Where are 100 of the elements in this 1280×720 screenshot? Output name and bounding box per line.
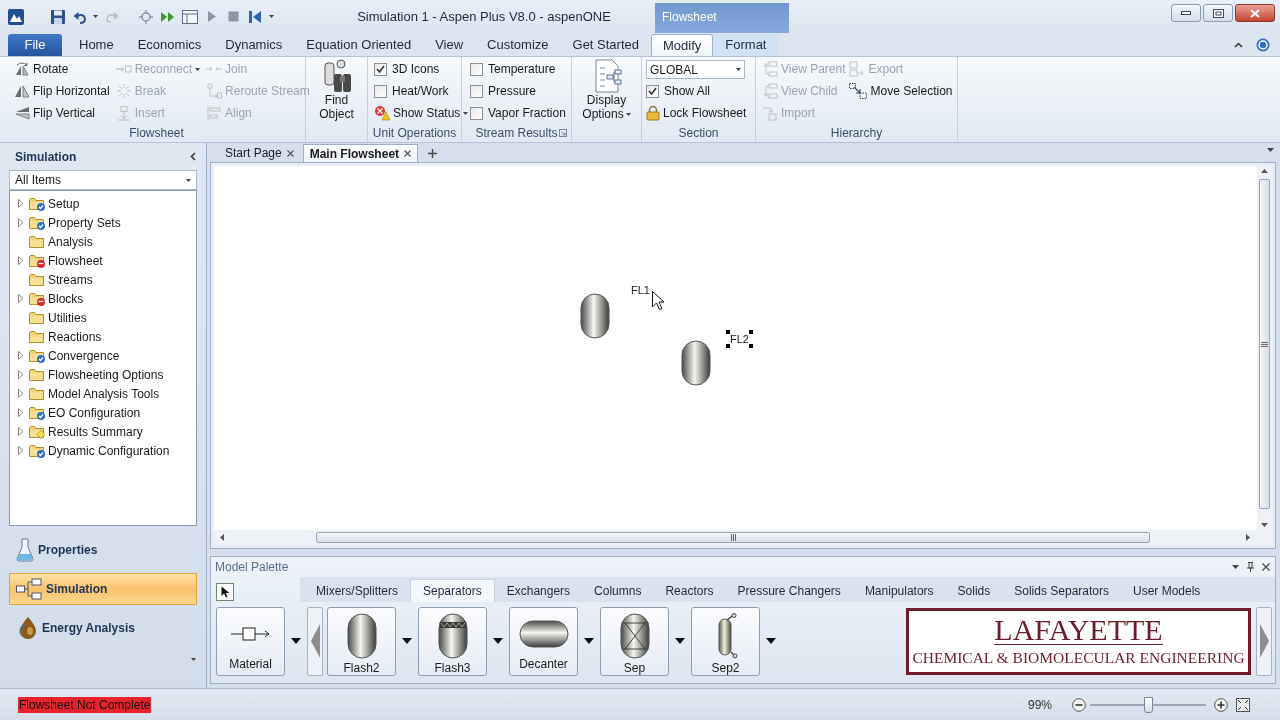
model-button[interactable]: Sep [600,606,669,676]
scroll-left-icon[interactable] [220,534,224,541]
slider-thumb[interactable] [1144,696,1153,713]
expand-arrow-icon[interactable] [18,199,24,208]
palette-tab[interactable]: Solids Separators [1002,579,1121,602]
caret-icon[interactable] [291,638,301,644]
ribbon-button[interactable]: Move Selection [849,80,953,102]
expand-arrow-icon[interactable] [18,370,24,379]
ribbon-tab[interactable]: Equation Oriented [294,34,424,56]
palette-tab[interactable]: Columns [582,579,654,602]
caret-icon[interactable] [625,113,631,117]
ribbon-button[interactable]: Flip Vertical [14,102,110,124]
save-icon[interactable] [50,8,66,25]
scroll-up-icon[interactable] [1261,169,1268,173]
tree-item[interactable]: Flowsheeting Options [10,365,196,384]
checkbox[interactable] [646,84,659,98]
ribbon-tab[interactable]: Customize [475,34,561,56]
pointer-tool-button[interactable] [216,583,234,601]
chevron-up-icon[interactable] [1234,42,1243,48]
palette-tab[interactable]: Exchangers [494,579,583,602]
skip-back-icon[interactable] [249,9,261,24]
vertical-scrollbar[interactable] [1257,166,1272,530]
ribbon-large-button[interactable]: Find Object [308,58,365,121]
expand-arrow-icon[interactable] [18,256,24,265]
scrollbar-thumb[interactable] [316,532,1150,543]
tree-item[interactable]: Utilities [10,308,196,327]
caret-icon[interactable] [1232,565,1239,569]
model-button[interactable]: Decanter [509,606,578,676]
model-button[interactable]: Flash3 [418,606,487,676]
scroll-left-button[interactable] [307,606,323,676]
tree-item[interactable]: Dynamic Configuration [10,441,196,460]
nav-button[interactable]: Simulation [9,573,197,605]
checkbox[interactable] [374,62,387,76]
expand-arrow-icon[interactable] [18,446,24,455]
palette-tab[interactable]: Manipulators [852,579,946,602]
tree-item[interactable]: Results Summary [10,422,196,441]
undo-icon[interactable] [73,9,87,24]
caret-icon[interactable] [93,15,98,18]
expand-arrow-icon[interactable] [18,427,24,436]
caret-icon[interactable] [675,638,685,644]
checkbox[interactable] [470,84,483,98]
close-button[interactable] [1235,4,1275,22]
checkbox[interactable] [470,106,483,120]
caret-icon[interactable] [463,111,469,115]
palette-tab[interactable]: Mixers/Splitters [304,579,410,602]
ribbon-button[interactable]: Show Status [374,102,469,124]
caret-icon[interactable] [766,638,776,644]
tree-item[interactable]: Blocks [10,289,196,308]
flowsheet-canvas[interactable]: FL1 FL2 [214,166,1257,530]
ring-icon[interactable] [1256,38,1270,52]
filter-dropdown[interactable]: All Items [9,170,197,190]
caret-icon[interactable] [1267,148,1274,152]
caret-icon[interactable] [736,68,741,71]
tree-item[interactable]: Flowsheet [10,251,196,270]
model-button[interactable]: Material [216,606,285,676]
file-tab[interactable]: File [8,34,62,56]
expand-arrow-icon[interactable] [18,389,24,398]
expand-arrow-icon[interactable] [18,218,24,227]
expand-arrow-icon[interactable] [18,408,24,417]
collapse-chevron-icon[interactable] [190,152,196,161]
model-button[interactable]: Flash2 [327,606,396,676]
table-icon[interactable] [182,9,198,24]
ribbon-large-button[interactable]: Display Options [578,58,635,121]
expand-arrow-icon[interactable] [18,294,24,303]
close-icon[interactable] [286,149,294,157]
plus-icon[interactable] [428,148,438,158]
tree-item[interactable]: Convergence [10,346,196,365]
nav-button[interactable]: Energy Analysis [9,612,197,644]
palette-tab[interactable]: Separators [410,579,495,602]
zoom-slider[interactable] [1090,696,1206,713]
checkbox[interactable] [470,62,483,76]
caret-icon[interactable] [493,638,503,644]
ribbon-tab[interactable]: Format [713,34,779,56]
scrollbar-thumb[interactable] [1259,179,1270,509]
palette-tab[interactable]: User Models [1121,579,1213,602]
tree-item[interactable]: Property Sets [10,213,196,232]
horizontal-scrollbar[interactable] [214,530,1272,545]
model-button[interactable]: Sep2 [691,606,760,676]
dialog-launcher-icon[interactable] [559,129,567,137]
zoom-in-icon[interactable] [1214,697,1228,712]
caret-icon[interactable] [269,15,274,18]
ribbon-tab[interactable]: Home [67,34,126,56]
palette-tab[interactable]: Solids [945,579,1003,602]
palette-tab[interactable]: Pressure Changers [725,579,853,602]
palette-tab[interactable]: Reactors [653,579,726,602]
document-tab[interactable]: Start Page [218,144,301,162]
scroll-right-button[interactable] [1256,606,1272,676]
ribbon-tab[interactable]: View [423,34,476,56]
fit-to-window-icon[interactable] [1236,697,1250,712]
caret-icon[interactable] [402,638,412,644]
expand-arrow-icon[interactable] [18,351,24,360]
checkbox[interactable] [374,84,387,98]
nav-button[interactable]: Properties [9,534,197,566]
tree-item[interactable]: EO Configuration [10,403,196,422]
ribbon-tab[interactable]: Get Started [560,34,651,56]
close-icon[interactable] [1262,563,1270,571]
ribbon-tab[interactable]: Economics [125,34,214,56]
tree-item[interactable]: Analysis [10,232,196,251]
tree-item[interactable]: Model Analysis Tools [10,384,196,403]
document-tab[interactable]: Main Flowsheet [302,144,419,162]
